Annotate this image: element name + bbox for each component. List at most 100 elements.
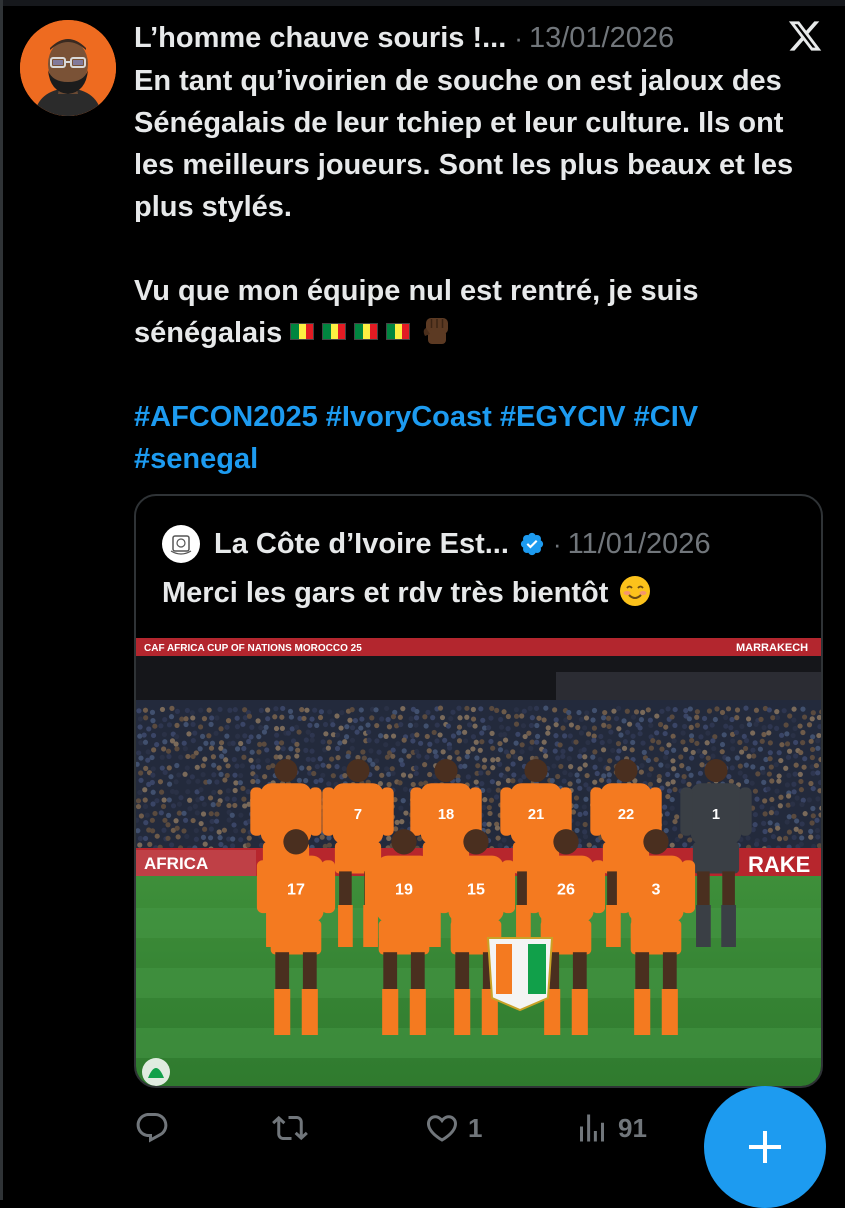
crowd-dot: [607, 772, 612, 777]
crowd-dot: [334, 713, 339, 718]
crowd-dot: [786, 793, 791, 798]
crowd-dot: [218, 842, 223, 847]
crowd-dot: [560, 754, 565, 759]
crowd-dot: [226, 788, 231, 793]
quoted-author-name[interactable]: La Côte d’Ivoire Est...: [214, 528, 509, 561]
crowd-dot: [195, 765, 200, 770]
crowd-dot: [553, 748, 558, 753]
crowd-dot: [222, 749, 227, 754]
views-action[interactable]: 91: [574, 1106, 647, 1150]
crowd-dot: [209, 746, 214, 751]
crowd-dot: [414, 715, 419, 720]
crowd-dot: [791, 814, 796, 819]
quoted-tweet-date[interactable]: 11/01/2026: [568, 528, 711, 561]
crowd-dot: [751, 753, 756, 758]
crowd-dot: [246, 842, 251, 847]
crowd-dot: [799, 787, 804, 792]
quoted-tweet[interactable]: La Côte d’Ivoire Est... · 11/01/2026 Mer…: [134, 494, 823, 1088]
reply-action[interactable]: [134, 1106, 178, 1150]
crowd-dot: [390, 754, 395, 759]
author-avatar[interactable]: [20, 20, 116, 116]
crowd-dot: [503, 737, 508, 742]
team-photo[interactable]: CAF AFRICA CUP OF NATIONS MOROCCO 25 MAR…: [136, 638, 823, 1088]
crowd-dot: [567, 715, 572, 720]
author-name[interactable]: L’homme chauve souris !...: [134, 22, 506, 55]
crowd-dot: [762, 837, 767, 842]
quoted-author-avatar[interactable]: [162, 525, 200, 563]
crowd-dot: [230, 843, 235, 848]
retweet-action[interactable]: [272, 1106, 316, 1150]
crowd-dot: [666, 742, 671, 747]
crowd-dot: [675, 773, 680, 778]
crowd-dot: [413, 765, 418, 770]
crowd-dot: [659, 709, 664, 714]
crowd-dot: [490, 757, 495, 762]
like-action[interactable]: 1: [424, 1106, 482, 1150]
crowd-dot: [734, 730, 739, 735]
crowd-dot: [822, 803, 823, 808]
quoted-tweet-header: La Côte d’Ivoire Est... · 11/01/2026: [162, 524, 711, 564]
crowd-dot: [190, 715, 195, 720]
crowd-dot: [217, 707, 222, 712]
crowd-dot: [656, 740, 661, 745]
crowd-dot: [331, 773, 336, 778]
crowd-dot: [233, 780, 238, 785]
crowd-dot: [750, 748, 755, 753]
crowd-dot: [201, 835, 206, 840]
crowd-dot: [338, 725, 343, 730]
crowd-dot: [526, 731, 531, 736]
crowd-dot: [506, 714, 511, 719]
crowd-dot: [178, 755, 183, 760]
crowd-dot: [310, 733, 315, 738]
crowd-dot: [342, 766, 347, 771]
crowd-dot: [577, 786, 582, 791]
crowd-dot: [303, 748, 308, 753]
crowd-dot: [241, 828, 246, 833]
crowd-dot: [486, 770, 491, 775]
crowd-dot: [649, 746, 654, 751]
crowd-dot: [808, 835, 813, 840]
crowd-dot: [774, 709, 779, 714]
crowd-dot: [379, 773, 384, 778]
tweet-date[interactable]: 13/01/2026: [529, 22, 674, 55]
crowd-dot: [583, 762, 588, 767]
crowd-dot: [801, 765, 806, 770]
crowd-dot: [779, 742, 784, 747]
crowd-dot: [149, 755, 154, 760]
crowd-dot: [774, 810, 779, 815]
crowd-dot: [209, 715, 214, 720]
crowd-dot: [695, 709, 700, 714]
crowd-dot: [398, 806, 403, 811]
tweet-hashtags[interactable]: #AFCON2025 #IvoryCoast #EGYCIV #CIV #sen…: [134, 396, 824, 480]
senegal-flags: [290, 317, 418, 349]
crowd-dot: [746, 716, 751, 721]
crowd-dot: [686, 782, 691, 787]
crowd-dot: [730, 738, 735, 743]
crowd-dot: [152, 811, 157, 816]
crowd-dot: [225, 796, 230, 801]
crowd-dot: [506, 754, 511, 759]
crowd-dot: [754, 708, 759, 713]
crowd-dot: [274, 733, 279, 738]
crowd-dot: [486, 829, 491, 834]
crowd-dot: [470, 746, 475, 751]
crowd-dot: [320, 835, 325, 840]
crowd-dot: [814, 818, 819, 823]
crowd-dot: [233, 788, 238, 793]
crowd-dot: [646, 758, 651, 763]
crowd-dot: [350, 725, 355, 730]
crowd-dot: [767, 707, 772, 712]
crowd-dot: [699, 762, 704, 767]
crowd-dot: [219, 754, 224, 759]
crowd-dot: [350, 746, 355, 751]
crowd-dot: [294, 753, 299, 758]
crowd-dot: [344, 734, 349, 739]
crowd-dot: [774, 789, 779, 794]
crowd-dot: [467, 722, 472, 727]
crowd-dot: [138, 716, 143, 721]
crowd-dot: [640, 710, 645, 715]
compose-button[interactable]: [704, 1086, 826, 1208]
crowd-dot: [680, 730, 685, 735]
crowd-dot: [206, 733, 211, 738]
crowd-dot: [137, 734, 142, 739]
